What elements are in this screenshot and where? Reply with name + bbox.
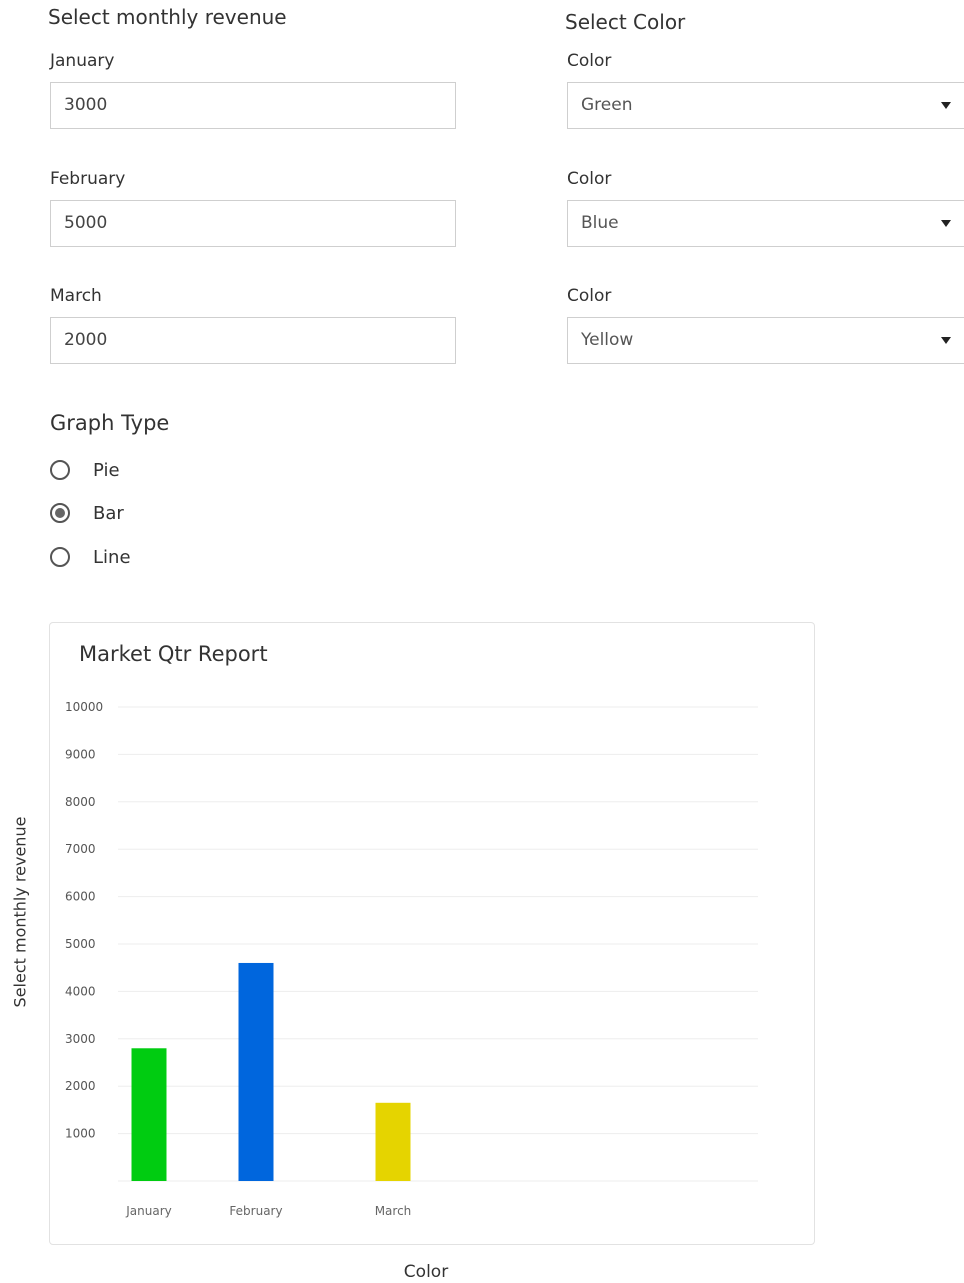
y-axis-title: Select monthly revenue <box>10 816 30 1008</box>
y-tick-label: 6000 <box>65 890 96 904</box>
bar-february <box>238 962 274 1181</box>
y-tick-label: 5000 <box>65 937 96 951</box>
y-tick-label: 2000 <box>65 1079 96 1093</box>
x-tick-label: March <box>375 1204 412 1218</box>
y-tick-label: 10000 <box>65 700 103 714</box>
bar-january <box>131 1048 167 1181</box>
y-tick-label: 8000 <box>65 795 96 809</box>
y-tick-label: 3000 <box>65 1032 96 1046</box>
y-tick-label: 1000 <box>65 1127 96 1141</box>
x-axis-title: Color <box>403 1262 449 1282</box>
y-tick-label: 4000 <box>65 984 96 998</box>
x-tick-label: January <box>125 1204 172 1218</box>
bar-chart: 1000 2000 3000 4000 5000 6000 7000 8000 9000 1000… <box>65 700 758 1218</box>
bar-march <box>375 1102 411 1181</box>
y-tick-label: 7000 <box>65 842 96 856</box>
y-tick-label: 9000 <box>65 747 96 761</box>
x-tick-label: February <box>229 1204 282 1218</box>
